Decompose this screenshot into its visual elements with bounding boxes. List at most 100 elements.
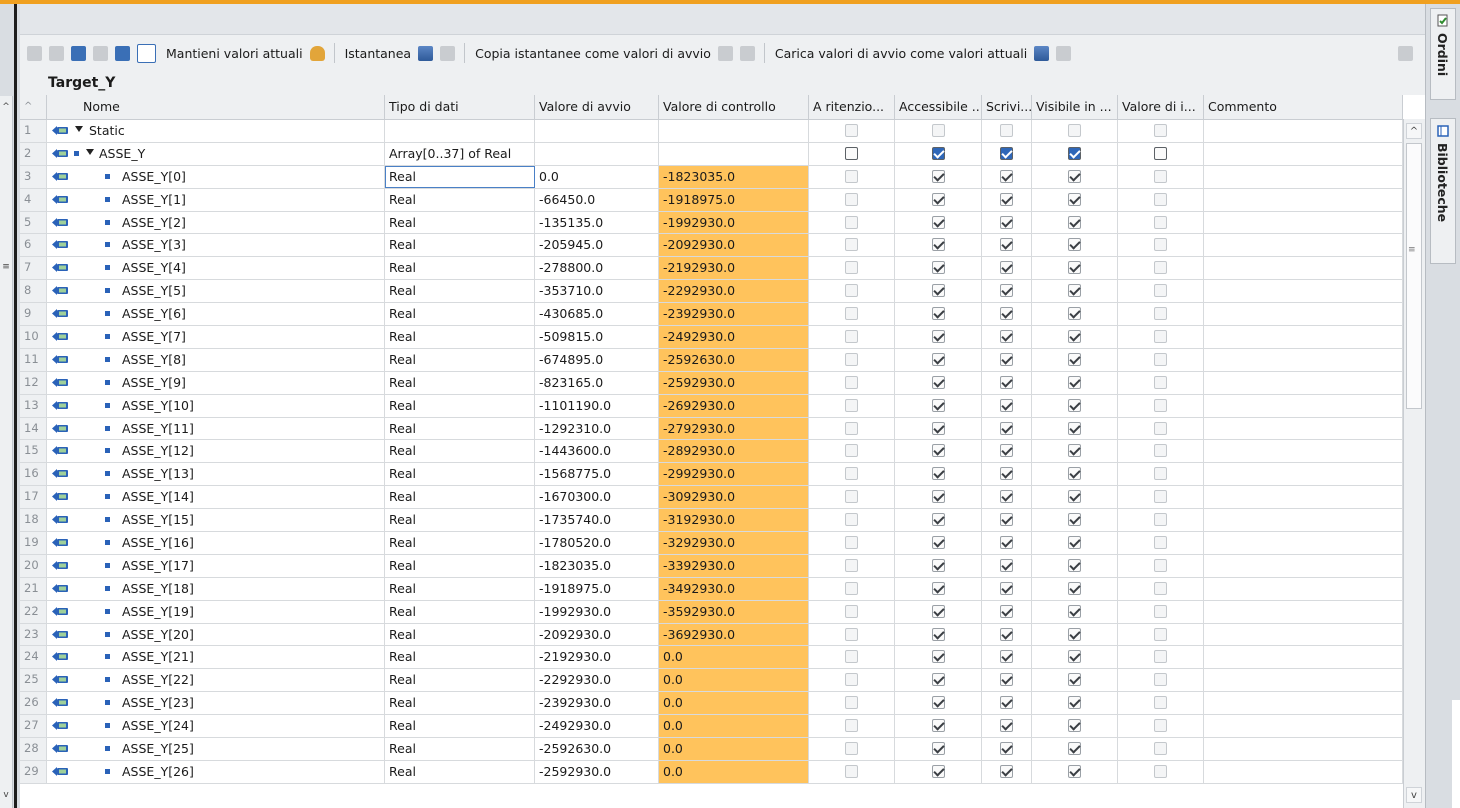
comment-cell[interactable]	[1204, 532, 1403, 554]
scroll-thumb[interactable]	[1406, 143, 1422, 409]
retain-checkbox[interactable]	[845, 581, 858, 595]
retain-checkbox-cell[interactable]	[809, 623, 895, 646]
expand-all-icon[interactable]	[71, 45, 86, 61]
control-value-cell[interactable]: -1918975.0	[659, 188, 809, 211]
setpoint-checkbox[interactable]	[1154, 673, 1167, 687]
setpoint-checkbox-cell[interactable]	[1118, 348, 1204, 371]
name-cell[interactable]: ASSE_Y[20]	[47, 623, 385, 646]
setpoint-checkbox-cell[interactable]	[1118, 463, 1204, 486]
setpoint-checkbox-cell[interactable]	[1118, 188, 1204, 211]
accessible-checkbox-cell[interactable]	[895, 348, 982, 371]
type-cell[interactable]: Real	[385, 440, 535, 463]
left-panel-scrollbar[interactable]: ^ ≡ v	[0, 96, 13, 808]
visible-checkbox-cell[interactable]	[1032, 417, 1118, 440]
comment-cell[interactable]	[1204, 646, 1403, 669]
retain-checkbox[interactable]	[845, 627, 858, 641]
accessible-checkbox-cell[interactable]	[895, 417, 982, 440]
comment-cell[interactable]	[1204, 669, 1403, 692]
setpoint-checkbox[interactable]	[1154, 146, 1167, 160]
setpoint-checkbox[interactable]	[1154, 284, 1167, 298]
visible-checkbox[interactable]	[1068, 192, 1081, 206]
load-start-values-button[interactable]: Carica valori di avvio come valori attua…	[775, 46, 1027, 61]
keep-values-button[interactable]: Mantieni valori attuali	[166, 46, 303, 61]
visible-checkbox-cell[interactable]	[1032, 669, 1118, 692]
retain-checkbox-cell[interactable]	[809, 165, 895, 188]
writable-checkbox-cell[interactable]	[982, 440, 1032, 463]
comment-cell[interactable]	[1204, 371, 1403, 394]
retain-checkbox[interactable]	[845, 261, 858, 275]
type-cell[interactable]: Real	[385, 738, 535, 760]
writable-checkbox[interactable]	[1000, 513, 1013, 527]
visible-checkbox-cell[interactable]	[1032, 600, 1118, 623]
setpoint-checkbox[interactable]	[1154, 352, 1167, 366]
type-cell[interactable]: Real	[385, 486, 535, 509]
setpoint-checkbox-cell[interactable]	[1118, 669, 1204, 692]
left-scroll-up-icon[interactable]: ^	[0, 100, 12, 114]
setpoint-checkbox-cell[interactable]	[1118, 165, 1204, 188]
writable-checkbox-cell[interactable]	[982, 692, 1032, 715]
setpoint-checkbox-cell[interactable]	[1118, 394, 1204, 417]
setpoint-checkbox[interactable]	[1154, 375, 1167, 389]
visible-checkbox[interactable]	[1068, 627, 1081, 641]
table-row[interactable]: 19 ASSE_Y[16] Real -1780520.0 -3292930.0	[20, 532, 1403, 555]
table-row[interactable]: 13 ASSE_Y[10] Real -1101190.0 -2692930.0	[20, 394, 1403, 418]
retain-checkbox[interactable]	[845, 719, 858, 733]
add-row-icon[interactable]	[49, 45, 64, 61]
visible-checkbox[interactable]	[1068, 284, 1081, 298]
accessible-checkbox-cell[interactable]	[895, 486, 982, 509]
table-row[interactable]: 2 ASSE_Y Array[0..37] of Real	[20, 142, 1403, 166]
accessible-checkbox[interactable]	[931, 581, 945, 595]
visible-checkbox[interactable]	[1068, 696, 1081, 710]
control-value-cell[interactable]: -3092930.0	[659, 486, 809, 509]
start-value-cell[interactable]	[535, 142, 659, 165]
comment-cell[interactable]	[1204, 760, 1403, 783]
header-name[interactable]: Nome	[47, 95, 385, 119]
setpoint-checkbox-cell[interactable]	[1118, 440, 1204, 463]
retain-checkbox[interactable]	[845, 307, 858, 321]
visible-checkbox[interactable]	[1068, 146, 1081, 160]
writable-checkbox-cell[interactable]	[982, 303, 1032, 326]
visible-checkbox-cell[interactable]	[1032, 509, 1118, 532]
setpoint-checkbox-cell[interactable]	[1118, 738, 1204, 760]
comment-cell[interactable]	[1204, 440, 1403, 463]
control-value-cell[interactable]: -2392930.0	[659, 303, 809, 326]
retain-checkbox[interactable]	[845, 673, 858, 687]
snapshot-button[interactable]: Istantanea	[345, 46, 412, 61]
comment-cell[interactable]	[1204, 120, 1403, 142]
table-row[interactable]: 21 ASSE_Y[18] Real -1918975.0 -3492930.0	[20, 577, 1403, 601]
name-cell[interactable]: ASSE_Y[17]	[47, 554, 385, 577]
accessible-checkbox-cell[interactable]	[895, 303, 982, 326]
accessible-checkbox-cell[interactable]	[895, 371, 982, 394]
control-value-cell[interactable]: -2792930.0	[659, 417, 809, 440]
table-row[interactable]: 24 ASSE_Y[21] Real -2192930.0 0.0	[20, 646, 1403, 670]
comment-cell[interactable]	[1204, 486, 1403, 509]
type-cell[interactable]: Real	[385, 165, 535, 188]
header-setpoint[interactable]: Valore di i...	[1118, 95, 1204, 119]
name-cell[interactable]: ASSE_Y[10]	[47, 394, 385, 417]
setpoint-checkbox[interactable]	[1154, 330, 1167, 344]
setpoint-checkbox[interactable]	[1154, 696, 1167, 710]
retain-checkbox-cell[interactable]	[809, 303, 895, 326]
keep-values-icon[interactable]	[309, 45, 325, 61]
retain-checkbox[interactable]	[845, 398, 858, 412]
accessible-checkbox[interactable]	[931, 536, 945, 550]
type-cell[interactable]: Real	[385, 303, 535, 326]
header-accessible[interactable]: Accessibile ...	[895, 95, 982, 119]
comment-cell[interactable]	[1204, 600, 1403, 623]
comment-cell[interactable]	[1204, 715, 1403, 738]
type-cell[interactable]: Real	[385, 554, 535, 577]
accessible-checkbox[interactable]	[931, 764, 945, 778]
retain-checkbox[interactable]	[845, 192, 858, 206]
start-value-cell[interactable]: 0.0	[535, 165, 659, 188]
control-value-cell[interactable]: -1823035.0	[659, 165, 809, 188]
retain-checkbox[interactable]	[845, 375, 858, 389]
retain-checkbox-cell[interactable]	[809, 577, 895, 600]
retain-checkbox[interactable]	[845, 124, 858, 137]
start-value-cell[interactable]: -2492930.0	[535, 715, 659, 738]
comment-cell[interactable]	[1204, 554, 1403, 577]
accessible-checkbox-cell[interactable]	[895, 257, 982, 280]
writable-checkbox-cell[interactable]	[982, 554, 1032, 577]
writable-checkbox[interactable]	[1000, 673, 1013, 687]
control-value-cell[interactable]: 0.0	[659, 738, 809, 760]
name-cell[interactable]: ASSE_Y[24]	[47, 715, 385, 738]
